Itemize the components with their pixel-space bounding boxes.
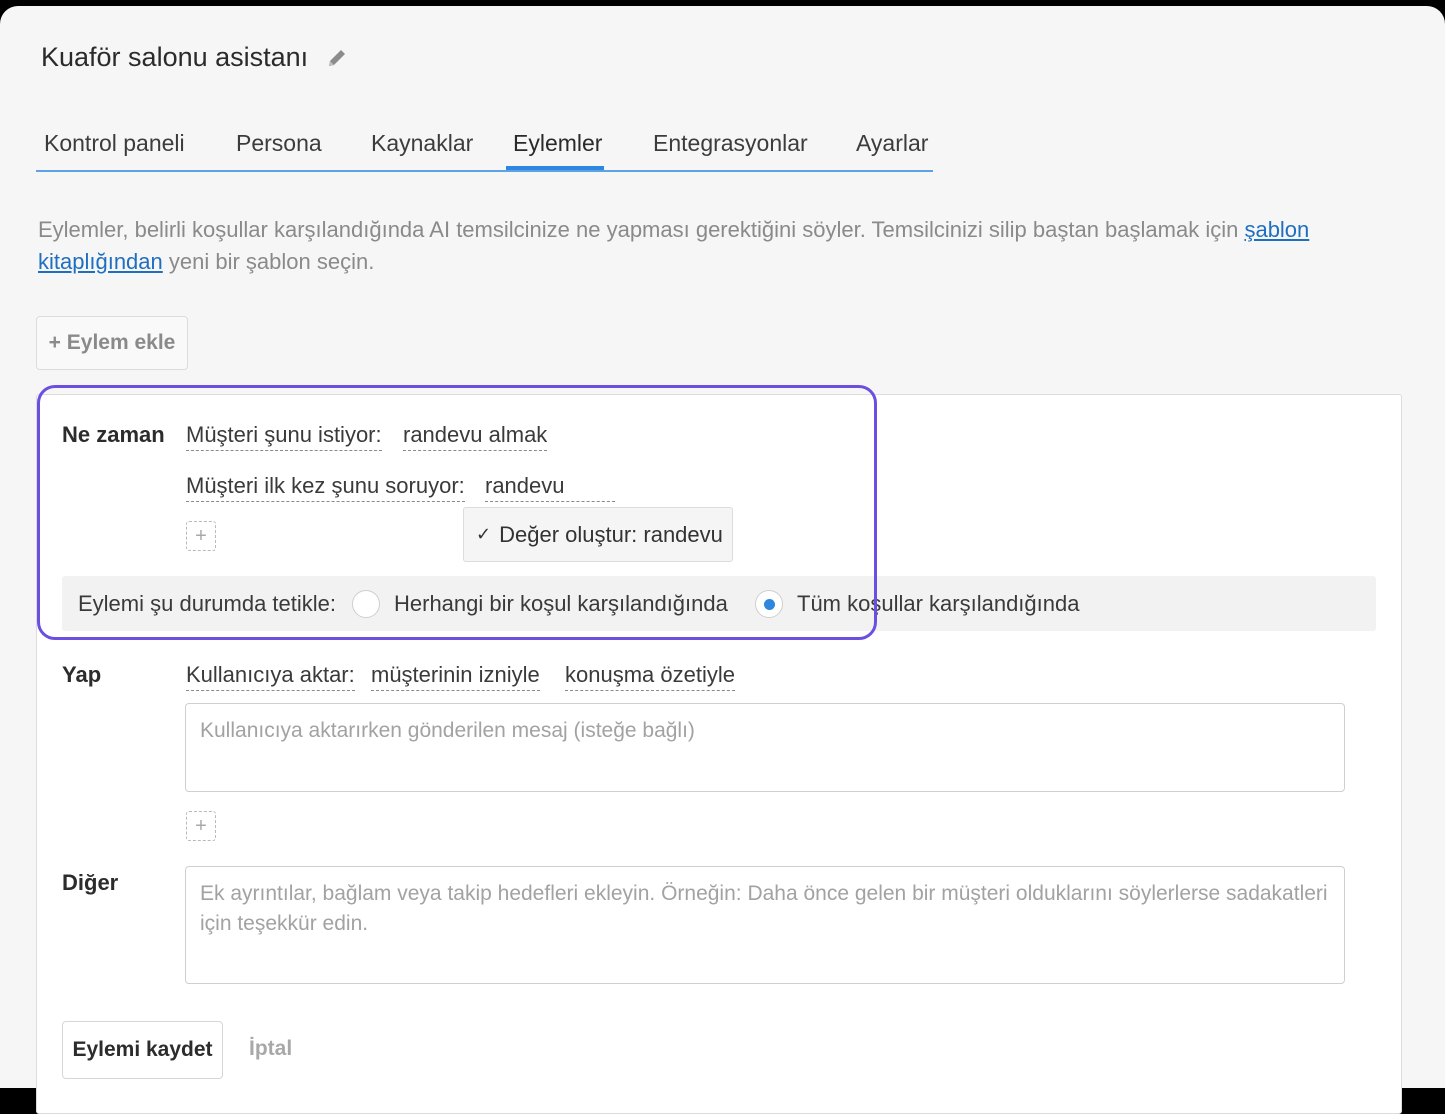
do-action-field[interactable]: Kullanıcıya aktar: xyxy=(186,662,355,691)
description: Eylemler, belirli koşullar karşılandığın… xyxy=(38,214,1338,278)
other-label: Diğer xyxy=(62,870,119,895)
save-action-button[interactable]: Eylemi kaydet xyxy=(62,1021,223,1079)
description-text-end: yeni bir şablon seçin. xyxy=(162,249,375,274)
tab-bar: Kontrol paneli Persona Kaynaklar Eylemle… xyxy=(36,122,933,172)
other-details-input[interactable]: Ek ayrıntılar, bağlam veya takip hedefle… xyxy=(185,866,1345,984)
pencil-icon[interactable] xyxy=(326,47,348,69)
do-label: Yap xyxy=(62,662,102,687)
tab-kontrol-paneli[interactable]: Kontrol paneli xyxy=(44,130,185,157)
tab-ayarlar[interactable]: Ayarlar xyxy=(856,130,928,157)
page-title: Kuaför salonu asistanı xyxy=(41,42,309,72)
plus-icon: + xyxy=(195,814,207,837)
title-row: Kuaför salonu asistanı xyxy=(41,42,348,73)
do-option-summary[interactable]: konuşma özetiyle xyxy=(565,662,735,691)
handoff-message-input[interactable]: Kullanıcıya aktarırken gönderilen mesaj … xyxy=(185,703,1345,792)
tab-eylemler[interactable]: Eylemler xyxy=(513,130,602,157)
tab-entegrasyonlar[interactable]: Entegrasyonlar xyxy=(653,130,808,157)
tab-persona[interactable]: Persona xyxy=(236,130,322,157)
add-action-button[interactable]: + Eylem ekle xyxy=(36,316,188,370)
do-option-permission[interactable]: müşterinin izniyle xyxy=(371,662,540,691)
description-text: Eylemler, belirli koşullar karşılandığın… xyxy=(38,217,1245,242)
tab-kaynaklar[interactable]: Kaynaklar xyxy=(371,130,473,157)
add-do-step-button[interactable]: + xyxy=(186,811,216,841)
active-tab-indicator xyxy=(506,166,604,170)
cancel-button[interactable]: İptal xyxy=(249,1037,292,1061)
highlight-outline xyxy=(37,385,877,640)
